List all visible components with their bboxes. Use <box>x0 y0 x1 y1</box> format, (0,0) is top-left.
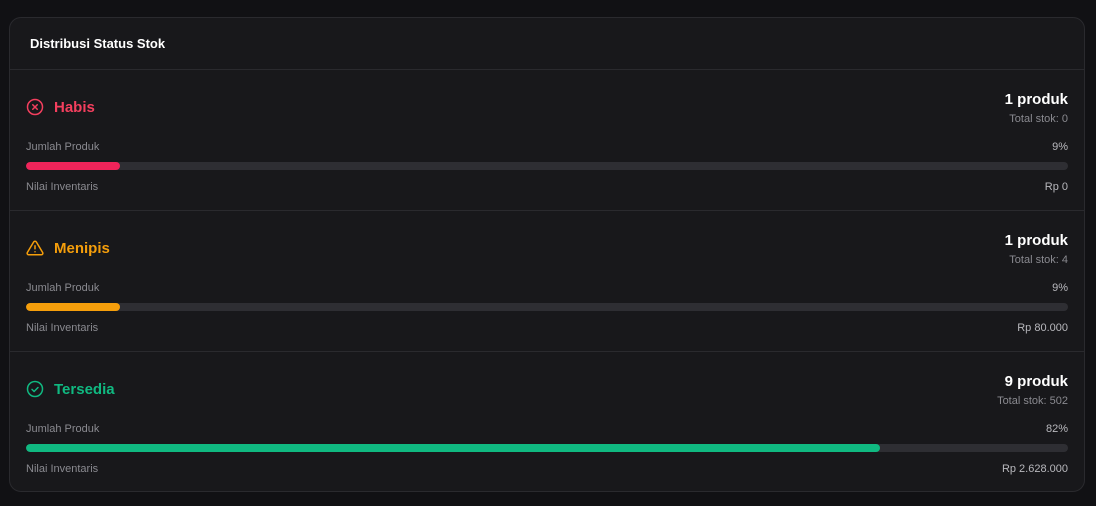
inventory-value: Rp 2.628.000 <box>1001 463 1068 475</box>
status-row-habis: Habis 1 produk Total stok: 0 Jumlah Prod… <box>10 70 1084 211</box>
product-count: 9 produk <box>1004 373 1068 390</box>
inventory-value: Rp 0 <box>1044 181 1068 193</box>
card-header: Distribusi Status Stok <box>10 18 1084 70</box>
percent-label: 9% <box>1052 282 1068 294</box>
percent-label: 82% <box>1045 423 1068 435</box>
status-label: Tersedia <box>54 380 115 398</box>
inventory-value: Rp 80.000 <box>1017 322 1068 334</box>
progress-fill <box>26 303 120 311</box>
product-count: 1 produk <box>1004 232 1068 249</box>
status-header: Tersedia <box>26 380 115 398</box>
status-header: Menipis <box>26 239 110 257</box>
warning-triangle-icon <box>26 239 44 257</box>
metric-label: Jumlah Produk <box>26 282 100 294</box>
x-circle-icon <box>26 98 44 116</box>
status-label: Habis <box>54 98 95 116</box>
progress-track <box>26 444 1068 452</box>
total-stock: Total stok: 502 <box>997 395 1068 407</box>
value-label: Nilai Inventaris <box>26 322 99 334</box>
progress-fill <box>26 444 881 452</box>
metric-label: Jumlah Produk <box>26 423 100 435</box>
card-title: Distribusi Status Stok <box>30 36 166 51</box>
stock-status-card: Distribusi Status Stok Habis 1 produk To… <box>9 17 1085 492</box>
status-row-menipis: Menipis 1 produk Total stok: 4 Jumlah Pr… <box>10 211 1084 352</box>
total-stock: Total stok: 4 <box>1009 254 1068 266</box>
value-label: Nilai Inventaris <box>26 181 99 193</box>
status-label: Menipis <box>54 239 110 257</box>
progress-fill <box>26 162 120 170</box>
metric-label: Jumlah Produk <box>26 141 100 153</box>
product-count: 1 produk <box>1004 91 1068 108</box>
total-stock: Total stok: 0 <box>1009 113 1068 125</box>
percent-label: 9% <box>1052 141 1068 153</box>
check-circle-icon <box>26 380 44 398</box>
status-header: Habis <box>26 98 95 116</box>
value-label: Nilai Inventaris <box>26 463 99 475</box>
status-row-tersedia: Tersedia 9 produk Total stok: 502 Jumlah… <box>10 352 1084 491</box>
progress-track <box>26 162 1068 170</box>
progress-track <box>26 303 1068 311</box>
